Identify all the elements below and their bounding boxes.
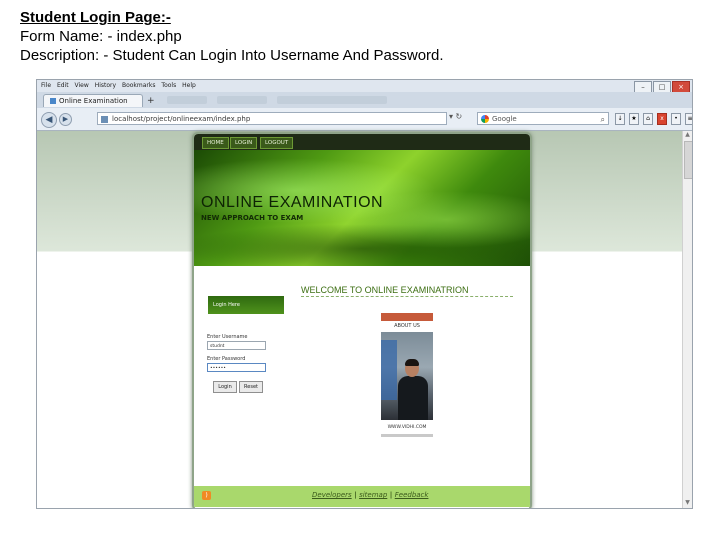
page-favicon-icon bbox=[50, 98, 56, 104]
username-input[interactable]: studnt bbox=[207, 341, 266, 350]
caption-description: Description: - Student Can Login Into Us… bbox=[20, 47, 444, 64]
google-logo-icon bbox=[481, 115, 489, 123]
student-photo bbox=[381, 332, 433, 420]
footer-separator: | bbox=[387, 491, 395, 499]
footer-link-developers[interactable]: Developers bbox=[312, 491, 352, 499]
login-button[interactable]: Login bbox=[213, 381, 237, 393]
photo-person-hair bbox=[405, 359, 419, 366]
address-bar[interactable]: localhost/project/onlineexam/index.php bbox=[97, 112, 447, 125]
nav-logout[interactable]: LOGOUT bbox=[260, 137, 294, 149]
username-label: Enter Username bbox=[207, 334, 248, 340]
footer-separator: | bbox=[351, 491, 360, 499]
reset-button[interactable]: Reset bbox=[239, 381, 263, 393]
back-arrow-icon[interactable]: ◀ bbox=[41, 112, 57, 128]
navigation-toolbar: ◀ ▶ localhost/project/onlineexam/index.p… bbox=[37, 108, 692, 131]
banner-subtitle: NEW APPROACH TO EXAM bbox=[201, 214, 304, 222]
about-header-bar bbox=[381, 313, 433, 321]
nav-home[interactable]: HOME bbox=[202, 137, 229, 149]
menu-view[interactable]: View bbox=[75, 82, 89, 89]
search-placeholder: Google bbox=[492, 115, 517, 123]
browser-window: File Edit View History Bookmarks Tools H… bbox=[36, 79, 693, 509]
tab-placeholder bbox=[167, 96, 207, 104]
vertical-scrollbar[interactable]: ▲ ▼ bbox=[682, 131, 692, 508]
menu-file[interactable]: File bbox=[41, 82, 51, 89]
tab-online-examination[interactable]: Online Examination bbox=[43, 94, 143, 107]
site-identity-icon bbox=[101, 116, 108, 123]
bookmarks-icon[interactable]: ★ bbox=[629, 113, 639, 125]
tab-bar: Online Examination + bbox=[37, 92, 692, 108]
banner-title: ONLINE EXAMINATION bbox=[201, 194, 384, 211]
search-icon[interactable]: ⌕ bbox=[601, 113, 605, 126]
tab-placeholder bbox=[217, 96, 267, 104]
caption-title: Student Login Page:- bbox=[20, 9, 171, 26]
addon-icon[interactable]: x bbox=[657, 113, 667, 125]
extension-icon[interactable]: • bbox=[671, 113, 681, 125]
toolbar-icons: ↓ ★ ⌂ x • ≡ bbox=[615, 113, 692, 125]
footer-link-feedback[interactable]: Feedback bbox=[395, 491, 429, 499]
password-label: Enter Password bbox=[207, 356, 246, 362]
login-panel-header: Login Here bbox=[208, 296, 284, 314]
scroll-down-icon[interactable]: ▼ bbox=[684, 499, 691, 506]
menu-edit[interactable]: Edit bbox=[57, 82, 69, 89]
scroll-up-icon[interactable]: ▲ bbox=[684, 131, 691, 138]
photo-person-body bbox=[398, 376, 428, 420]
search-box[interactable]: Google ⌕ bbox=[477, 112, 609, 125]
website-container: HOME LOGIN LOGOUT ONLINE EXAMINATION NEW… bbox=[192, 132, 532, 508]
footer-link-sitemap[interactable]: sitemap bbox=[359, 491, 387, 499]
photo-building bbox=[381, 340, 397, 400]
menu-icon[interactable]: ≡ bbox=[685, 113, 692, 125]
tab-title: Online Examination bbox=[59, 97, 128, 105]
menu-tools[interactable]: Tools bbox=[161, 82, 176, 89]
reload-icon[interactable]: ▾ ↻ bbox=[449, 112, 462, 121]
footer-links: Developers | sitemap | Feedback bbox=[312, 491, 428, 499]
menu-history[interactable]: History bbox=[95, 82, 116, 89]
downloads-icon[interactable]: ↓ bbox=[615, 113, 625, 125]
site-banner: ONLINE EXAMINATION NEW APPROACH TO EXAM bbox=[194, 150, 530, 266]
page-viewport: HOME LOGIN LOGOUT ONLINE EXAMINATION NEW… bbox=[37, 131, 682, 508]
rss-icon[interactable]: ) bbox=[202, 491, 211, 500]
caption-form-name: Form Name: - index.php bbox=[20, 28, 182, 45]
site-nav: HOME LOGIN LOGOUT bbox=[194, 134, 530, 150]
new-tab-button[interactable]: + bbox=[147, 96, 159, 106]
scrollbar-thumb[interactable] bbox=[684, 141, 692, 179]
menu-help[interactable]: Help bbox=[182, 82, 196, 89]
browser-menubar: File Edit View History Bookmarks Tools H… bbox=[37, 80, 692, 93]
forward-arrow-icon[interactable]: ▶ bbox=[59, 113, 72, 126]
home-icon[interactable]: ⌂ bbox=[643, 113, 653, 125]
site-footer: ) Developers | sitemap | Feedback bbox=[194, 486, 530, 507]
tab-placeholder bbox=[277, 96, 387, 104]
address-bar-url: localhost/project/onlineexam/index.php bbox=[112, 115, 251, 123]
password-input[interactable]: •••••• bbox=[207, 363, 266, 372]
menu-bookmarks[interactable]: Bookmarks bbox=[122, 82, 156, 89]
photo-caption: WWW.VIDHI.COM bbox=[387, 425, 427, 430]
document-caption: Student Login Page:- Form Name: - index.… bbox=[20, 8, 444, 65]
nav-login[interactable]: LOGIN bbox=[230, 137, 258, 149]
welcome-heading: WELCOME TO ONLINE EXAMINATRION bbox=[301, 285, 513, 297]
about-us-label: ABOUT US bbox=[394, 323, 420, 329]
photo-footer-bar bbox=[381, 434, 433, 437]
